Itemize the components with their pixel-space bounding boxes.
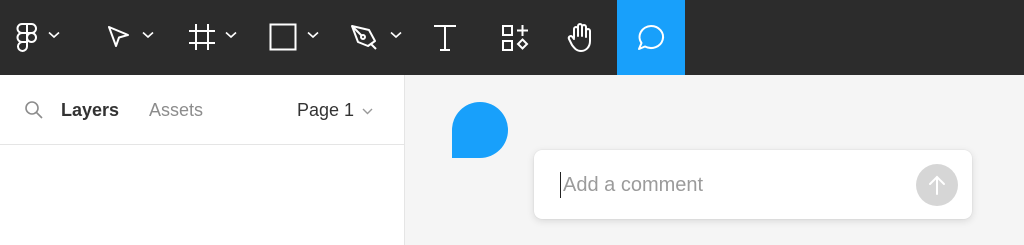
shape-tool-button[interactable]: [260, 0, 332, 75]
arrow-up-icon: [929, 175, 945, 195]
figma-app: Layers Assets Page 1: [0, 0, 1024, 245]
page-selector[interactable]: Page 1: [297, 99, 373, 121]
rectangle-icon: [269, 23, 297, 51]
frame-hash-icon: [189, 24, 215, 50]
left-panel: Layers Assets Page 1: [0, 75, 405, 245]
text-tool-button[interactable]: [416, 0, 474, 75]
chevron-down-icon: [48, 31, 60, 39]
pen-nib-icon: [351, 25, 377, 50]
chevron-down-icon: [225, 31, 237, 39]
comment-box: [534, 150, 972, 219]
pen-tool-button[interactable]: [342, 0, 414, 75]
submit-comment-button[interactable]: [916, 164, 958, 206]
tab-assets[interactable]: Assets: [149, 99, 203, 121]
tab-layers[interactable]: Layers: [61, 99, 119, 121]
chevron-down-icon: [142, 31, 154, 39]
components-plus-icon: [502, 24, 529, 51]
main-menu-button[interactable]: [0, 0, 85, 75]
figma-logo-icon: [16, 23, 37, 52]
speech-bubble-icon: [638, 24, 665, 50]
cursor-arrow-icon: [108, 26, 129, 47]
frame-tool-button[interactable]: [178, 0, 250, 75]
page-selector-label: Page 1: [297, 100, 355, 120]
toolbar: [0, 0, 1024, 75]
chevron-down-icon: [362, 108, 373, 114]
canvas[interactable]: [405, 75, 1024, 245]
chevron-down-icon: [390, 31, 402, 39]
hand-icon: [567, 22, 591, 52]
move-tool-button[interactable]: [94, 0, 166, 75]
resources-tool-button[interactable]: [486, 0, 544, 75]
panel-header: Layers Assets Page 1: [0, 75, 404, 145]
comment-pin[interactable]: [452, 102, 508, 158]
search-icon[interactable]: [24, 100, 44, 120]
hand-tool-button[interactable]: [552, 0, 610, 75]
comment-input[interactable]: [560, 172, 900, 198]
chevron-down-icon: [307, 31, 319, 39]
text-t-icon: [434, 24, 456, 51]
comment-tool-button[interactable]: [617, 0, 685, 75]
